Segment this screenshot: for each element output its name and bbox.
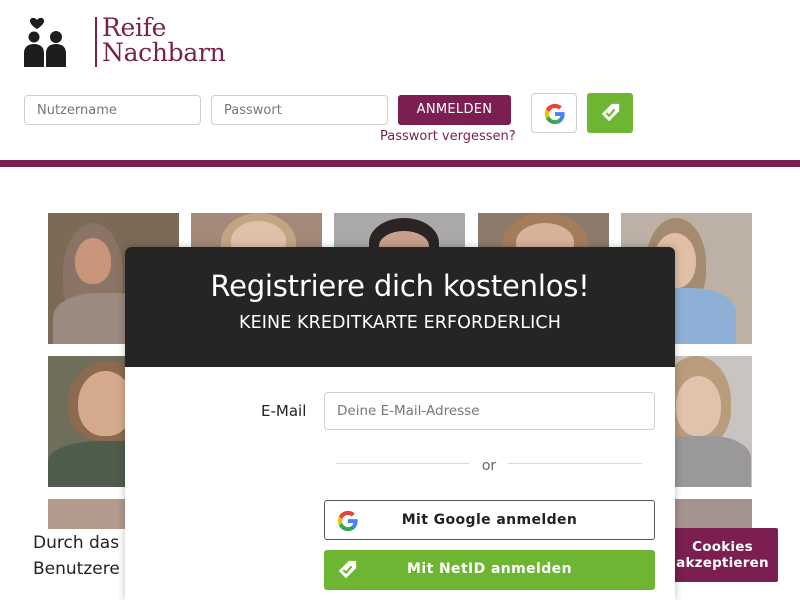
accept-cookies-line1: Cookies [692, 539, 753, 555]
google-login-button[interactable] [531, 93, 577, 133]
logo[interactable]: Reife Nachbarn [24, 15, 226, 69]
netid-signup-button[interactable]: Mit NetID anmelden [324, 550, 655, 590]
login-button[interactable]: ANMELDEN [398, 95, 511, 125]
cookie-text-line2: Benutzere [33, 559, 120, 579]
cookie-notice-text: Durch das Benutzere [33, 530, 125, 590]
logo-line1: Reife [102, 13, 167, 42]
logo-divider [95, 17, 97, 67]
email-label: E-Mail [261, 402, 307, 420]
google-signup-label: Mit Google anmelden [401, 512, 578, 528]
username-input[interactable] [24, 95, 201, 125]
cookie-text-line1: Durch das [33, 533, 120, 553]
or-label: or [481, 458, 497, 474]
email-field[interactable] [324, 392, 655, 430]
google-signup-button[interactable]: Mit Google anmelden [324, 500, 655, 540]
netid-login-button[interactable] [587, 93, 633, 133]
modal-title: Registriere dich kostenlos! [210, 269, 590, 303]
accept-cookies-line2: akzeptieren [676, 555, 769, 571]
modal-subtitle: KEINE KREDITKARTE ERFORDERLICH [239, 313, 561, 333]
google-g-icon [544, 103, 565, 125]
header-divider [0, 160, 800, 167]
password-input[interactable] [211, 95, 388, 125]
logo-text: Reife Nachbarn [102, 13, 226, 67]
couple-heart-icon [24, 17, 66, 67]
header: Reife Nachbarn ANMELDEN Passwort vergess… [0, 0, 800, 161]
logo-line2: Nachbarn [102, 38, 226, 67]
netid-tag-icon [601, 103, 620, 122]
netid-signup-label: Mit NetID anmelden [407, 561, 572, 577]
accept-cookies-button[interactable]: Cookies akzeptieren [667, 528, 778, 582]
forgot-password-link[interactable]: Passwort vergessen? [380, 129, 516, 144]
page: Reife Nachbarn ANMELDEN Passwort vergess… [0, 0, 800, 600]
registration-modal: Registriere dich kostenlos! KEINE KREDIT… [125, 247, 675, 600]
modal-header: Registriere dich kostenlos! KEINE KREDIT… [125, 247, 675, 367]
